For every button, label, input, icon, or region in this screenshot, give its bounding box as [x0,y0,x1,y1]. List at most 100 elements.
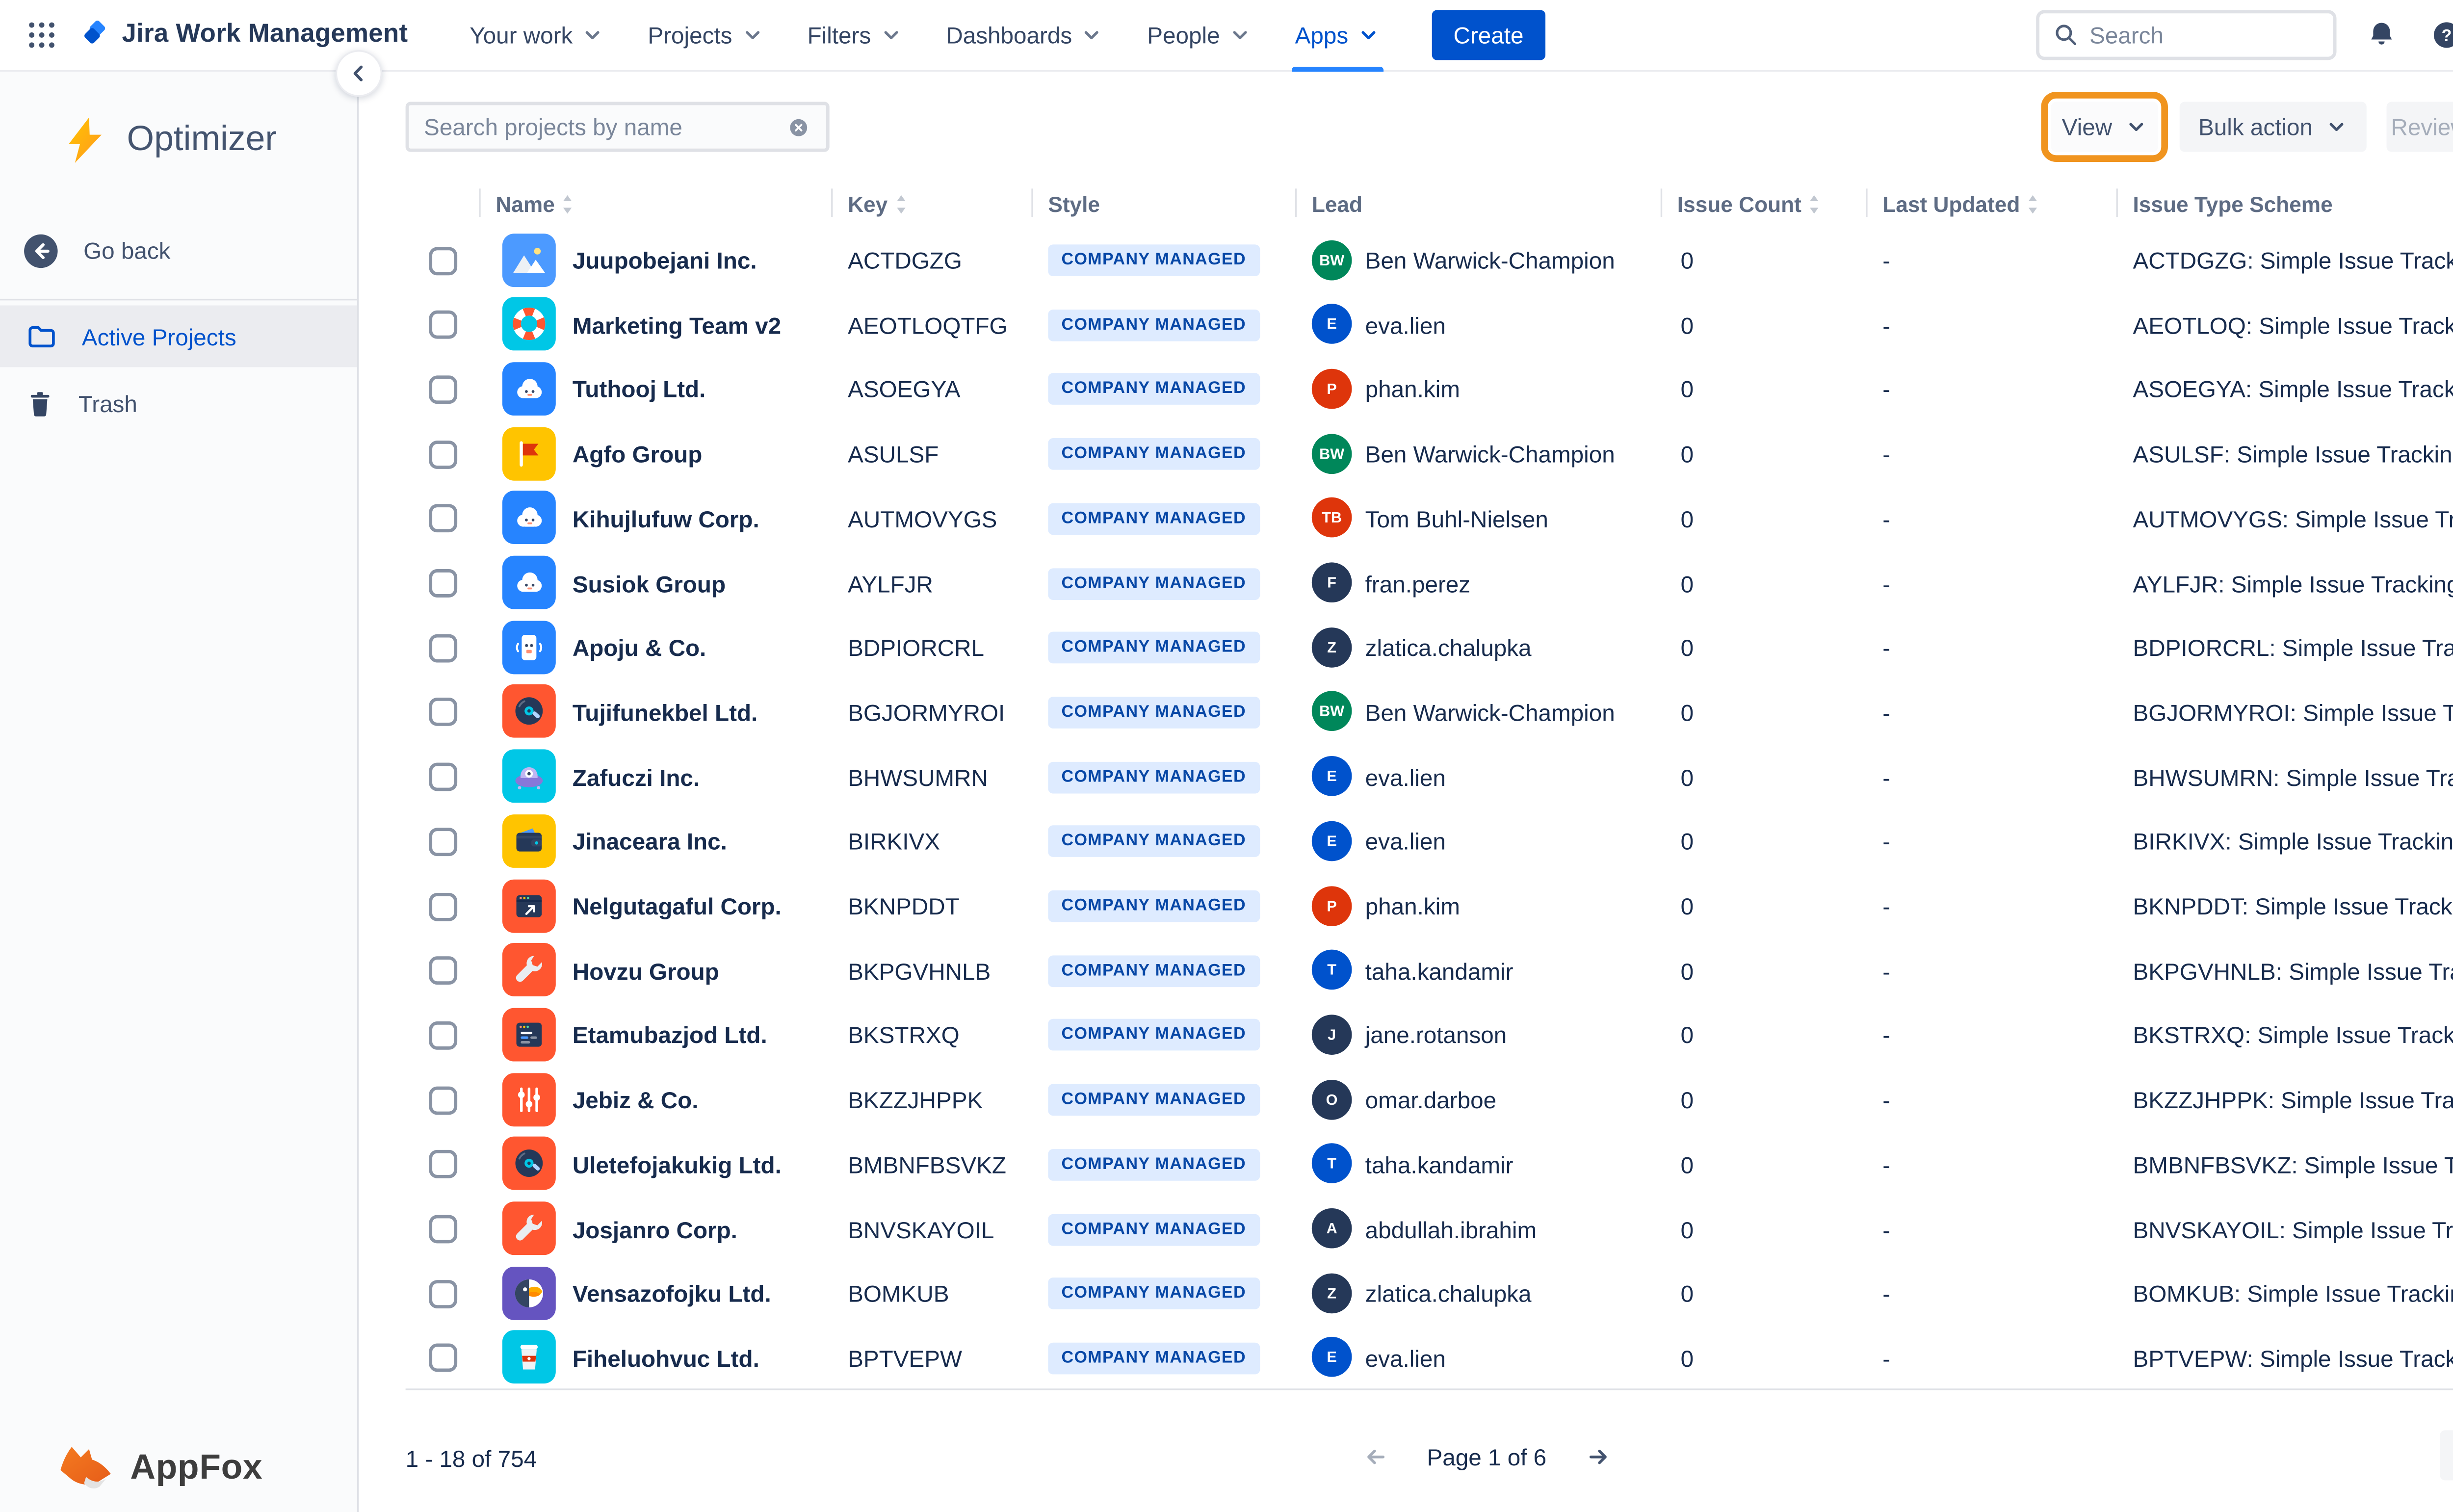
app-switcher-icon[interactable] [20,13,63,56]
table-row: Zafuczi Inc. BHWSUMRN COMPANY MANAGED Eeva.… [361,745,2453,810]
project-key: BDPIORCRL [848,634,984,661]
jira-brand[interactable]: Jira Work Management [80,20,408,50]
style-badge: COMPANY MANAGED [1048,890,1260,922]
row-checkbox[interactable] [429,504,458,533]
nav-menu-item-apps[interactable]: Apps [1273,0,1402,71]
sidebar-collapse-button[interactable] [335,50,383,97]
app-window: Jira Work Management Your work Projects Fi… [0,0,2453,1512]
chevron-down-icon [1228,24,1252,47]
row-checkbox[interactable] [429,375,458,404]
issue-type-scheme-value: BPTVEPW: Simple Issue Tracking I... [2133,1345,2453,1372]
nav-menu-item-filters[interactable]: Filters [785,0,924,71]
sidebar-item-trash[interactable]: Trash [0,372,357,434]
project-avatar-ufo-icon [502,749,556,803]
table-row: Susiok Group AYLFJR COMPANY MANAGED Ffran.p… [361,551,2453,616]
next-page-arrow-icon[interactable] [1575,1437,1615,1477]
project-name: Nelgutagaful Corp. [572,892,782,920]
nav-menu-item-label: Filters [807,22,871,49]
lead-avatar: T [1311,1144,1352,1184]
row-checkbox[interactable] [429,311,458,339]
app-title: Jira Work Management [122,20,408,49]
row-checkbox[interactable] [429,246,458,275]
nav-menu-item-dashboards[interactable]: Dashboards [924,0,1125,71]
appfox-brand: AppFox [57,1444,263,1494]
style-badge: COMPANY MANAGED [1048,761,1260,793]
issue-type-scheme-value: ASOEGYA: Simple Issue Tracking I... [2133,376,2453,403]
last-updated-value: - [1882,828,1891,855]
style-badge: COMPANY MANAGED [1048,373,1260,406]
issue-count-value: 0 [1680,1280,1694,1307]
style-badge: COMPANY MANAGED [1048,502,1260,535]
pagination: Page 1 of 6 [1358,1437,1615,1477]
nav-menu-item-label: Apps [1295,22,1349,49]
help-icon[interactable]: ? [2427,15,2453,55]
issue-count-value: 0 [1680,699,1694,726]
row-checkbox[interactable] [429,633,458,662]
style-badge: COMPANY MANAGED [1048,696,1260,729]
nav-menu-item-your-work[interactable]: Your work [448,0,626,71]
nav-menu-item-projects[interactable]: Projects [626,0,785,71]
issue-count-value: 0 [1680,312,1694,339]
lead-name: eva.lien [1365,763,1446,791]
nav-right-group: ? JR [2036,10,2453,60]
project-avatar-vinyl-icon [502,1137,556,1191]
notifications-bell-icon[interactable] [2362,15,2402,55]
go-back-button[interactable]: Go back [0,222,357,279]
issue-type-scheme-value: AEOTLOQ: Simple Issue Tracking I... [2133,312,2453,339]
previous-page-arrow-icon[interactable] [1358,1437,1399,1477]
project-avatar-flag-icon [502,426,556,480]
nav-left-group: Jira Work Management Your work Projects Fi… [20,0,1545,71]
last-updated-value: - [1882,763,1891,791]
last-updated-value: - [1882,1151,1891,1178]
row-checkbox[interactable] [429,1344,458,1373]
search-icon [2053,22,2079,48]
project-name: Tuthooj Ltd. [572,376,706,403]
row-checkbox[interactable] [429,762,458,791]
table-row: Jebiz & Co. BKZZJHPPK COMPANY MANAGED Oomar… [361,1068,2453,1133]
create-button[interactable]: Create [1432,10,1545,60]
project-key: ASULSF [848,441,939,468]
issue-count-value: 0 [1680,892,1694,920]
issue-count-value: 0 [1680,570,1694,597]
sidebar-item-active-projects[interactable]: Active Projects [0,305,357,367]
style-badge: COMPANY MANAGED [1048,826,1260,858]
row-checkbox[interactable] [429,892,458,921]
row-checkbox[interactable] [429,1279,458,1308]
project-avatar-mountains-icon [502,233,556,287]
row-checkbox[interactable] [429,1150,458,1179]
global-search-input[interactable] [2089,22,2392,49]
issue-count-value: 0 [1680,828,1694,855]
style-badge: COMPANY MANAGED [1048,309,1260,341]
issue-type-scheme-value: ASULSF: Simple Issue Tracking Iss... [2133,441,2453,468]
last-updated-value: - [1882,892,1891,920]
table-row: Tujifunekbel Ltd. BGJORMYROI COMPANY MANAG… [361,680,2453,745]
row-checkbox[interactable] [429,827,458,856]
project-name: Susiok Group [572,570,726,597]
style-badge: COMPANY MANAGED [1048,1342,1260,1375]
row-checkbox[interactable] [429,1215,458,1244]
row-checkbox[interactable] [429,1021,458,1050]
chevron-down-icon [740,24,764,47]
table-row: Josjanro Corp. BNVSKAYOIL COMPANY MANAGED A… [361,1197,2453,1262]
issue-type-scheme-value: AUTMOVYGS: Simple Issue Tracki... [2133,505,2453,532]
nav-menu: Your work Projects Filters Dashboards People… [448,0,1402,71]
lead-avatar: J [1311,1014,1352,1055]
project-key: AEOTLOQTFG [848,312,1008,339]
lead-avatar: P [1311,368,1352,409]
row-checkbox[interactable] [429,569,458,598]
table-row: Jinaceara Inc. BIRKIVX COMPANY MANAGED Eeva… [361,809,2453,874]
row-checkbox[interactable] [429,440,458,469]
sidebar-item-label: Active Projects [81,323,236,350]
row-checkbox[interactable] [429,698,458,727]
project-name: Josjanro Corp. [572,1216,737,1243]
export-button[interactable]: Export [2440,1430,2453,1481]
project-avatar-wrench-icon [502,1201,556,1255]
row-checkbox[interactable] [429,1086,458,1115]
nav-menu-item-people[interactable]: People [1125,0,1273,71]
global-search[interactable] [2036,10,2392,60]
lead-name: eva.lien [1365,312,1446,339]
lead-name: phan.kim [1365,892,1460,920]
row-checkbox[interactable] [429,956,458,985]
issue-count-value: 0 [1680,441,1694,468]
issue-type-scheme-value: AYLFJR: Simple Issue Tracking Iss... [2133,570,2453,597]
